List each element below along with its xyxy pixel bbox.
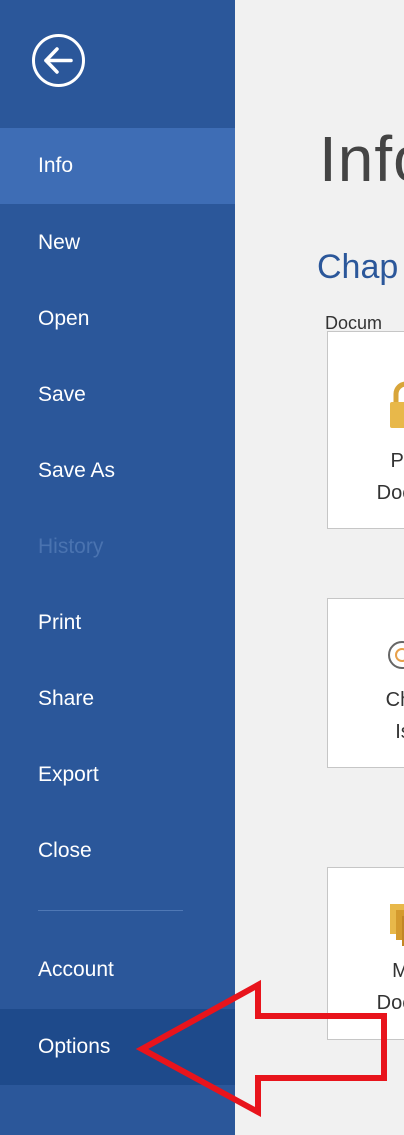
nav-item-open[interactable]: Open: [0, 281, 235, 357]
manage-document-button[interactable]: Ma Docu: [327, 867, 404, 1040]
back-arrow-icon[interactable]: [30, 32, 87, 89]
nav-item-label: Info: [38, 154, 74, 177]
check-label-line1: Che: [385, 689, 404, 711]
manage-label-line2: Docu: [376, 992, 404, 1014]
nav-item-label: Share: [38, 687, 95, 710]
manage-label-line1: Ma: [392, 960, 404, 982]
nav-item-export[interactable]: Export: [0, 737, 235, 813]
nav-item-print[interactable]: Print: [0, 585, 235, 661]
nav-item-label: Open: [38, 307, 90, 330]
document-title: Chap: [317, 248, 399, 286]
nav-item-options[interactable]: Options: [0, 1009, 235, 1085]
nav-item-label: Save As: [38, 459, 116, 482]
nav-item-save-as[interactable]: Save As: [0, 433, 235, 509]
nav-item-label: Account: [38, 958, 114, 981]
nav-item-history: History: [0, 509, 235, 585]
nav-item-close[interactable]: Close: [0, 813, 235, 889]
nav-item-label: Options: [38, 1035, 111, 1058]
inspect-icon: [386, 633, 404, 682]
protect-label-line1: Pro: [390, 450, 404, 472]
nav-item-label: Close: [38, 839, 92, 862]
nav-item-label: Print: [38, 611, 82, 634]
nav-item-share[interactable]: Share: [0, 661, 235, 737]
nav-item-label: Save: [38, 383, 86, 406]
check-label-line2: Iss: [395, 721, 404, 743]
nav-item-label: Export: [38, 763, 99, 786]
nav-item-info[interactable]: Info: [0, 128, 235, 204]
page-title: Info: [319, 123, 404, 195]
nav-item-save[interactable]: Save: [0, 357, 235, 433]
check-for-issues-button[interactable]: Che Iss: [327, 598, 404, 768]
nav-item-label: History: [38, 535, 104, 558]
nav-item-account[interactable]: Account: [0, 932, 235, 1008]
protect-label-line2: Docu: [376, 482, 404, 504]
manage-versions-icon: [386, 898, 404, 953]
lock-icon: [384, 380, 404, 435]
backstage-sidebar: Info New Open Save Save As History Print…: [0, 0, 235, 1135]
nav-divider: [38, 910, 183, 911]
nav-item-new[interactable]: New: [0, 205, 235, 281]
nav-item-label: New: [38, 231, 81, 254]
info-pane: Info Chap Docum Pro Docu Che Iss: [235, 0, 404, 1135]
protect-document-button[interactable]: Pro Docu: [327, 331, 404, 529]
